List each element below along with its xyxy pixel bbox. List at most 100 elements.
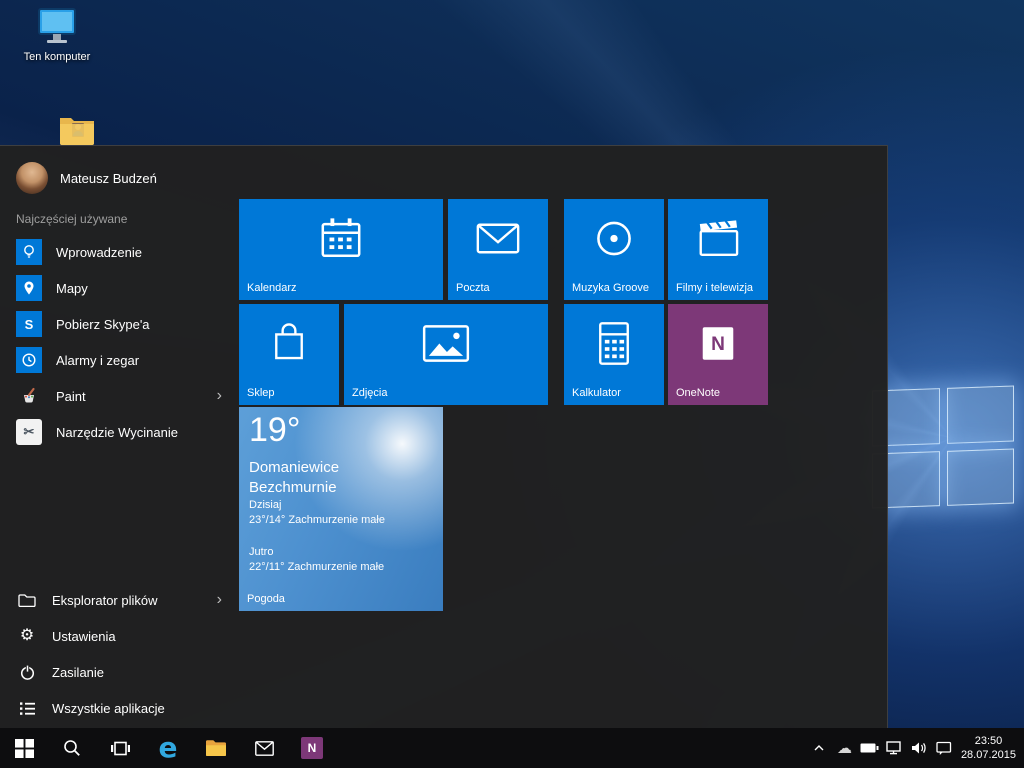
logo-pane xyxy=(947,386,1015,444)
menu-item-label: Wszystkie aplikacje xyxy=(52,701,165,716)
battery-tray-button[interactable] xyxy=(857,728,882,768)
windows-logo-icon xyxy=(15,739,34,758)
tile-zdjecia[interactable]: Zdjęcia xyxy=(344,304,548,405)
tile-label: OneNote xyxy=(676,387,720,399)
folder-icon xyxy=(205,739,227,757)
menu-item-file-explorer[interactable]: Eksplorator plików › xyxy=(0,582,232,618)
calculator-icon xyxy=(597,322,631,371)
speaker-icon xyxy=(911,741,927,755)
tile-sklep[interactable]: Sklep xyxy=(239,304,339,405)
file-explorer-button[interactable] xyxy=(192,728,240,768)
mail-button[interactable] xyxy=(240,728,288,768)
user-name: Mateusz Budzeń xyxy=(60,171,157,186)
windows-logo-glow xyxy=(872,386,1014,509)
chevron-right-icon[interactable]: › xyxy=(217,592,222,608)
menu-item-skype[interactable]: S Pobierz Skype'a xyxy=(0,306,232,342)
action-center-button[interactable] xyxy=(932,728,957,768)
show-hidden-icons-button[interactable] xyxy=(807,728,832,768)
desktop-icon-this-pc[interactable]: Ten komputer xyxy=(14,6,100,63)
menu-item-wprowadzenie[interactable]: Wprowadzenie xyxy=(0,234,232,270)
weather-condition: Bezchmurnie xyxy=(249,479,337,496)
most-used-list: Wprowadzenie Mapy S Pobierz Skype'a Alar… xyxy=(0,234,232,450)
menu-item-settings[interactable]: ⚙ Ustawienia xyxy=(0,618,232,654)
lightbulb-icon xyxy=(16,239,42,265)
search-button[interactable] xyxy=(48,728,96,768)
logo-pane xyxy=(947,448,1015,506)
onenote-icon: N xyxy=(301,737,323,759)
mail-icon xyxy=(255,741,274,756)
weather-temperature: 19° xyxy=(249,411,300,450)
chevron-up-icon xyxy=(813,742,825,754)
task-view-icon xyxy=(111,740,130,757)
groove-music-icon xyxy=(592,217,636,266)
tile-label: Poczta xyxy=(456,282,490,294)
calendar-icon xyxy=(318,216,364,267)
movies-tv-icon xyxy=(696,219,740,264)
taskbar: e N ☁ 23:50 28.07.2015 xyxy=(0,728,1024,768)
tile-poczta[interactable]: Poczta xyxy=(448,199,548,300)
search-icon xyxy=(63,739,81,757)
task-view-button[interactable] xyxy=(96,728,144,768)
menu-item-label: Wprowadzenie xyxy=(56,245,142,260)
tile-label: Sklep xyxy=(247,387,275,399)
tile-label: Filmy i telewizja xyxy=(676,282,753,294)
user-avatar[interactable] xyxy=(16,162,48,194)
weather-location: Domaniewice xyxy=(249,459,339,476)
desktop-icon-user-folder[interactable] xyxy=(34,114,120,149)
paint-icon xyxy=(16,383,42,409)
cloud-icon: ☁ xyxy=(837,741,852,756)
menu-item-alarmy[interactable]: Alarmy i zegar xyxy=(0,342,232,378)
most-used-header: Najczęściej używane xyxy=(16,212,127,226)
clock-date: 28.07.2015 xyxy=(961,748,1016,762)
onenote-taskbar-button[interactable]: N xyxy=(288,728,336,768)
menu-item-label: Paint xyxy=(56,389,86,404)
start-menu: Mateusz Budzeń Najczęściej używane Wprow… xyxy=(0,145,888,728)
volume-tray-button[interactable] xyxy=(907,728,932,768)
tile-kalkulator[interactable]: Kalkulator xyxy=(564,304,664,405)
tile-muzyka-groove[interactable]: Muzyka Groove xyxy=(564,199,664,300)
menu-item-paint[interactable]: Paint › xyxy=(0,378,232,414)
menu-item-label: Zasilanie xyxy=(52,665,104,680)
folder-icon xyxy=(16,593,38,608)
tile-kalendarz[interactable]: Kalendarz xyxy=(239,199,443,300)
user-account[interactable]: Mateusz Budzeń xyxy=(16,162,157,194)
menu-item-label: Eksplorator plików xyxy=(52,593,158,608)
network-icon xyxy=(886,741,902,755)
photos-icon xyxy=(422,325,470,368)
start-footer: Eksplorator plików › ⚙ Ustawienia Zasila… xyxy=(0,582,232,726)
action-center-icon xyxy=(936,741,952,756)
clock-icon xyxy=(16,347,42,373)
map-pin-icon xyxy=(16,275,42,301)
power-icon xyxy=(16,664,38,681)
network-tray-button[interactable] xyxy=(882,728,907,768)
menu-item-power[interactable]: Zasilanie xyxy=(0,654,232,690)
onedrive-tray-button[interactable]: ☁ xyxy=(832,728,857,768)
menu-item-label: Ustawienia xyxy=(52,629,116,644)
computer-icon xyxy=(34,6,80,48)
menu-item-label: Narzędzie Wycinanie xyxy=(56,425,178,440)
weather-tomorrow-forecast: 22°/11° Zachmurzenie małe xyxy=(249,561,384,573)
menu-item-label: Pobierz Skype'a xyxy=(56,317,150,332)
tile-onenote[interactable]: N OneNote xyxy=(668,304,768,405)
chevron-right-icon[interactable]: › xyxy=(217,388,222,404)
menu-item-mapy[interactable]: Mapy xyxy=(0,270,232,306)
clock-time: 23:50 xyxy=(961,734,1016,748)
store-icon xyxy=(269,322,309,371)
mail-icon xyxy=(476,222,520,261)
desktop-icon-label: Ten komputer xyxy=(24,51,91,63)
edge-button[interactable]: e xyxy=(144,728,192,768)
menu-item-all-apps[interactable]: Wszystkie aplikacje xyxy=(0,690,232,726)
tile-pogoda[interactable]: 19° Domaniewice Bezchmurnie Dzisiaj 23°/… xyxy=(239,407,443,611)
skype-icon: S xyxy=(16,311,42,337)
tile-label: Zdjęcia xyxy=(352,387,387,399)
menu-item-wycinanie[interactable]: ✂ Narzędzie Wycinanie xyxy=(0,414,232,450)
tile-label: Muzyka Groove xyxy=(572,282,649,294)
taskbar-clock[interactable]: 23:50 28.07.2015 xyxy=(957,734,1024,763)
user-folder-icon xyxy=(58,114,96,146)
menu-item-label: Mapy xyxy=(56,281,88,296)
edge-icon: e xyxy=(159,734,178,762)
weather-today-label: Dzisiaj xyxy=(249,499,281,511)
tile-filmy[interactable]: Filmy i telewizja xyxy=(668,199,768,300)
start-button[interactable] xyxy=(0,728,48,768)
scissors-icon: ✂ xyxy=(16,419,42,445)
